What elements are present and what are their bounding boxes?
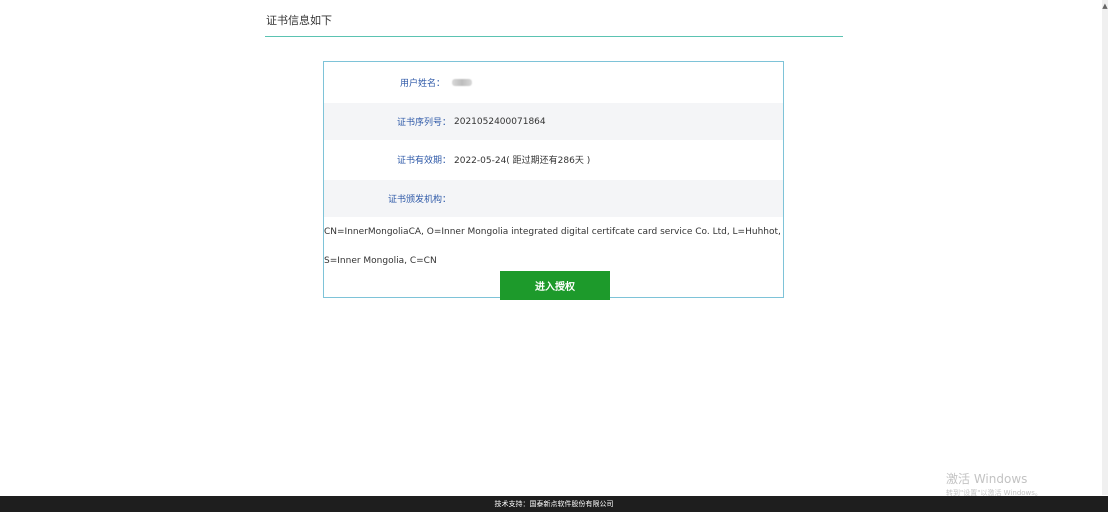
issuer-label: 证书颁发机构： bbox=[388, 195, 452, 205]
vertical-scrollbar[interactable] bbox=[1102, 0, 1108, 495]
scroll-up-icon[interactable]: ▲ bbox=[1102, 2, 1108, 10]
title-divider bbox=[265, 36, 843, 37]
validity-row: 证书有效期： 2022-05-24( 距过期还有286天 ) bbox=[324, 141, 783, 178]
certificate-panel: 用户姓名： 证书序列号： 2021052400071864 证书有效期： 202… bbox=[323, 61, 784, 300]
issuer-row: 证书颁发机构： bbox=[324, 180, 783, 217]
issuer-value: CN=InnerMongoliaCA, O=Inner Mongolia int… bbox=[324, 227, 781, 266]
user-name-label: 用户姓名： bbox=[400, 79, 446, 89]
validity-value: 2022-05-24( 距过期还有286天 ) bbox=[454, 156, 591, 166]
windows-activation-watermark: 激活 Windows 转到"设置"以激活 Windows。 bbox=[946, 470, 1042, 498]
validity-label: 证书有效期： bbox=[397, 156, 452, 166]
serial-value: 2021052400071864 bbox=[454, 116, 546, 127]
user-name-value-blurred bbox=[452, 78, 472, 88]
footer-text: 技术支持：国泰新点软件股份有限公司 bbox=[494, 500, 614, 508]
footer: 技术支持：国泰新点软件股份有限公司 bbox=[0, 496, 1108, 512]
watermark-line1: 激活 Windows bbox=[946, 472, 1028, 486]
serial-label: 证书序列号： bbox=[397, 118, 452, 128]
enter-authorization-button[interactable]: 进入授权 bbox=[500, 271, 610, 300]
page-title: 证书信息如下 bbox=[266, 14, 332, 27]
serial-row: 证书序列号： 2021052400071864 bbox=[324, 103, 783, 140]
user-name-row: 用户姓名： bbox=[324, 64, 783, 101]
